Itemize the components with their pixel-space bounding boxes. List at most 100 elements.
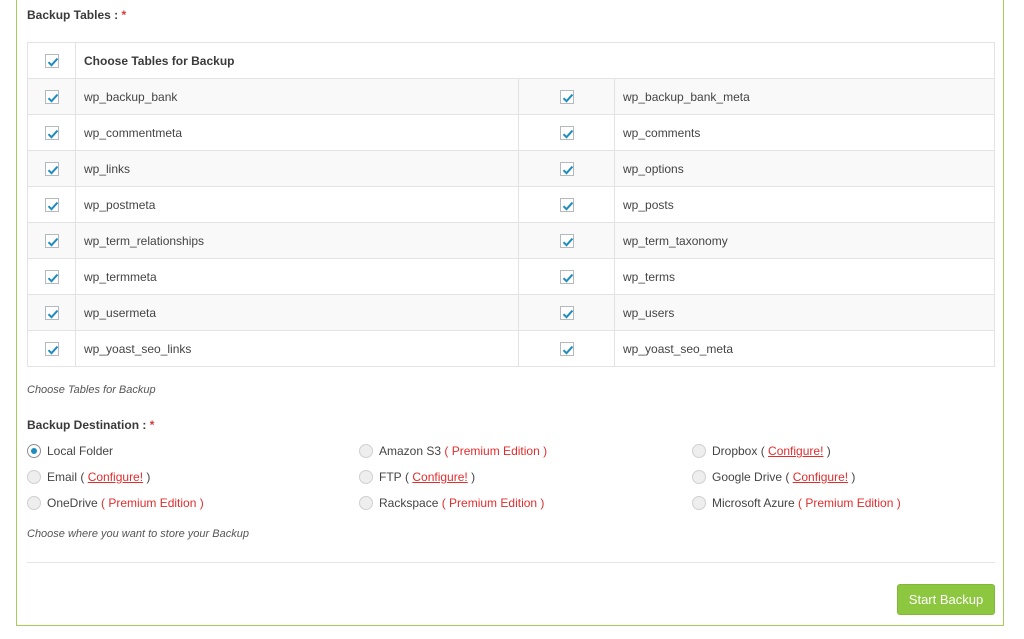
required-mark: * — [121, 8, 127, 22]
table-checkbox[interactable] — [559, 197, 574, 212]
table-row: wp_termmeta wp_terms — [27, 258, 995, 295]
checkmark-icon — [47, 129, 58, 139]
destination-row: Local Folder Amazon S3 ( Premium Edition … — [27, 441, 987, 461]
table-checkbox[interactable] — [44, 197, 59, 212]
checkmark-icon — [562, 165, 573, 175]
destination-name: Local Folder — [47, 444, 114, 458]
configure-link[interactable]: Configure! — [412, 470, 467, 484]
destination-option[interactable]: Google Drive ( Configure! ) — [692, 467, 855, 487]
table-name: wp_yoast_seo_meta — [614, 330, 995, 367]
table-checkbox[interactable] — [44, 161, 59, 176]
table-row: wp_usermeta wp_users — [27, 294, 995, 331]
table-name: wp_backup_bank — [75, 78, 519, 115]
destination-row: Email ( Configure! ) FTP ( Configure! ) Go… — [27, 467, 987, 487]
table-name: wp_term_relationships — [75, 222, 519, 259]
table-checkbox[interactable] — [44, 269, 59, 284]
configure-link[interactable]: Configure! — [793, 470, 848, 484]
destination-radio[interactable] — [359, 444, 373, 458]
destination-radio[interactable] — [692, 444, 706, 458]
destination-radio[interactable] — [692, 470, 706, 484]
destination-hint: Choose where you want to store your Back… — [27, 528, 249, 540]
table-header-row: Choose Tables for Backup — [27, 42, 995, 79]
checkmark-icon — [47, 201, 58, 211]
destination-radio[interactable] — [359, 496, 373, 510]
destination-option[interactable]: Amazon S3 ( Premium Edition ) — [359, 441, 547, 461]
table-name: wp_posts — [614, 186, 995, 223]
table-checkbox[interactable] — [44, 341, 59, 356]
destination-radio[interactable] — [27, 470, 41, 484]
configure-link[interactable]: Configure! — [768, 444, 823, 458]
destination-option[interactable]: Email ( Configure! ) — [27, 467, 150, 487]
table-checkbox[interactable] — [559, 161, 574, 176]
destination-option[interactable]: OneDrive ( Premium Edition ) — [27, 493, 204, 513]
table-checkbox[interactable] — [44, 89, 59, 104]
table-name: wp_usermeta — [75, 294, 519, 331]
table-checkbox[interactable] — [559, 341, 574, 356]
tables-list: Choose Tables for Backup wp_backup_bank w… — [27, 42, 995, 367]
checkmark-icon — [47, 165, 58, 175]
backup-tables-label: Backup Tables : * — [27, 8, 127, 22]
table-row: wp_commentmeta wp_comments — [27, 114, 995, 151]
table-name: wp_yoast_seo_links — [75, 330, 519, 367]
table-checkbox[interactable] — [559, 233, 574, 248]
destination-option[interactable]: Local Folder — [27, 441, 113, 461]
start-backup-button[interactable]: Start Backup — [897, 584, 995, 615]
table-row: wp_links wp_options — [27, 150, 995, 187]
table-checkbox[interactable] — [44, 233, 59, 248]
destination-name: Email — [47, 470, 78, 484]
checkmark-icon — [47, 309, 58, 319]
checkmark-icon — [562, 309, 573, 319]
destination-radio[interactable] — [27, 496, 41, 510]
select-all-checkbox[interactable] — [44, 53, 59, 68]
destination-option[interactable]: Microsoft Azure ( Premium Edition ) — [692, 493, 901, 513]
table-checkbox[interactable] — [559, 89, 574, 104]
backup-panel: Backup Tables : * Choose Tables for Back… — [16, 0, 1004, 626]
checkmark-icon — [562, 129, 573, 139]
checkmark-icon — [562, 93, 573, 103]
destination-radio[interactable] — [359, 470, 373, 484]
checkmark-icon — [47, 57, 58, 67]
premium-edition-note: ( Premium Edition ) — [441, 496, 545, 510]
premium-edition-note: ( Premium Edition ) — [101, 496, 204, 510]
checkmark-icon — [47, 93, 58, 103]
destination-row: OneDrive ( Premium Edition ) Rackspace ( … — [27, 493, 987, 513]
table-name: wp_postmeta — [75, 186, 519, 223]
destination-name: Google Drive — [712, 470, 783, 484]
destination-option[interactable]: FTP ( Configure! ) — [359, 467, 475, 487]
checkmark-icon — [562, 273, 573, 283]
table-name: wp_term_taxonomy — [614, 222, 995, 259]
table-name: wp_links — [75, 150, 519, 187]
destination-name: OneDrive — [47, 496, 98, 510]
table-checkbox[interactable] — [44, 305, 59, 320]
premium-edition-note: ( Premium Edition ) — [444, 444, 548, 458]
checkmark-icon — [562, 345, 573, 355]
destination-name: Dropbox — [712, 444, 758, 458]
destination-name: Microsoft Azure — [712, 496, 795, 510]
table-checkbox[interactable] — [559, 125, 574, 140]
table-name: wp_comments — [614, 114, 995, 151]
checkmark-icon — [562, 201, 573, 211]
table-checkbox[interactable] — [559, 269, 574, 284]
table-name: wp_commentmeta — [75, 114, 519, 151]
table-name: wp_options — [614, 150, 995, 187]
destination-option[interactable]: Dropbox ( Configure! ) — [692, 441, 831, 461]
table-name: wp_terms — [614, 258, 995, 295]
table-row: wp_backup_bank wp_backup_bank_meta — [27, 78, 995, 115]
required-mark: * — [149, 418, 155, 432]
backup-destination-label: Backup Destination : * — [27, 418, 155, 432]
destination-option[interactable]: Rackspace ( Premium Edition ) — [359, 493, 544, 513]
checkmark-icon — [47, 345, 58, 355]
table-name: wp_users — [614, 294, 995, 331]
configure-link[interactable]: Configure! — [88, 470, 143, 484]
destination-radio[interactable] — [27, 444, 41, 458]
destination-radio[interactable] — [692, 496, 706, 510]
table-name: wp_backup_bank_meta — [614, 78, 995, 115]
table-row: wp_yoast_seo_links wp_yoast_seo_meta — [27, 330, 995, 367]
destination-name: FTP — [379, 470, 402, 484]
table-checkbox[interactable] — [44, 125, 59, 140]
checkmark-icon — [47, 273, 58, 283]
table-checkbox[interactable] — [559, 305, 574, 320]
premium-edition-note: ( Premium Edition ) — [798, 496, 901, 510]
table-header-label: Choose Tables for Backup — [75, 42, 995, 79]
checkmark-icon — [47, 237, 58, 247]
